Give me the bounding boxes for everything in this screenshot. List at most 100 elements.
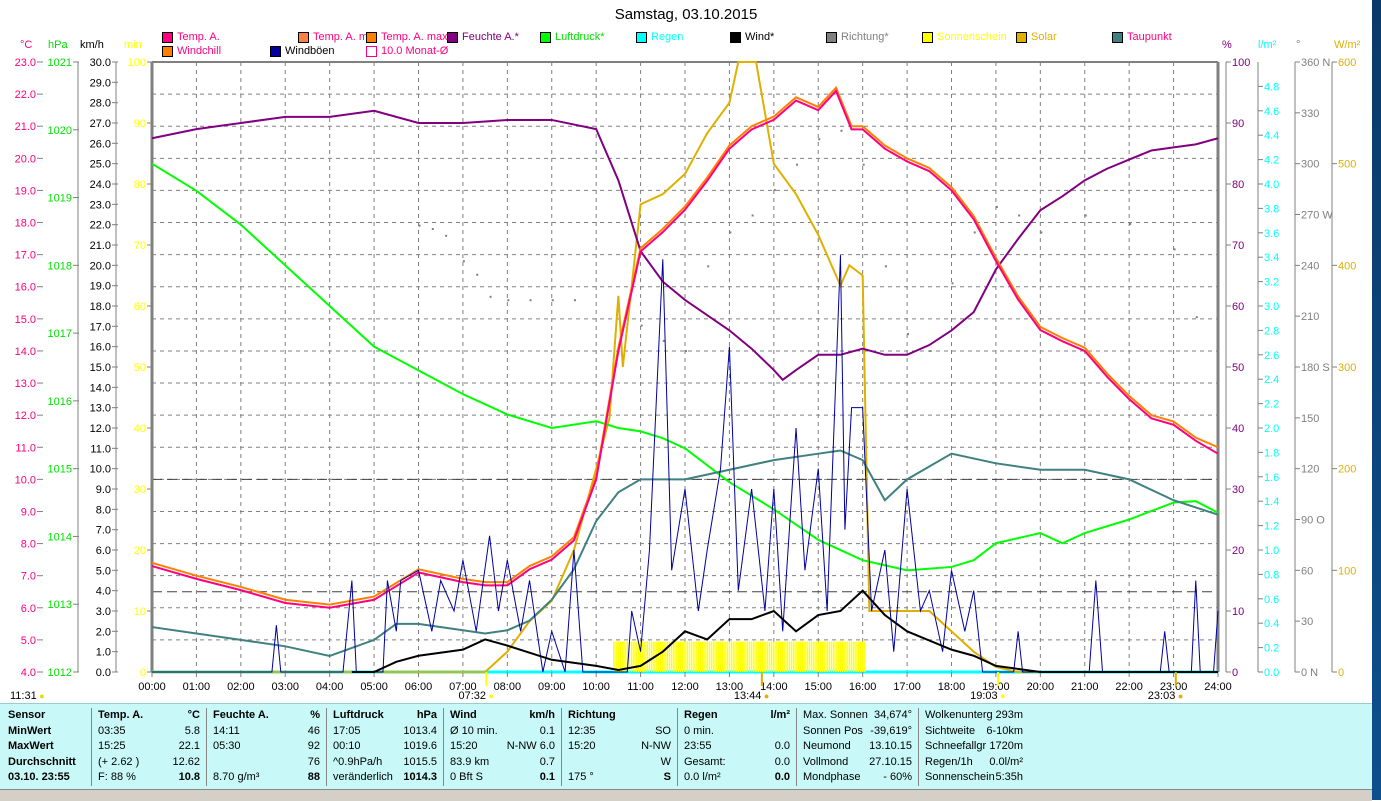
direction-point: [796, 163, 799, 166]
axis-tick-label: 3.4: [1264, 252, 1279, 264]
axis-tick-label: 1.6: [1264, 472, 1279, 484]
stats-cell: Neumond: [803, 740, 851, 752]
axis-tick-label: 12.0: [90, 423, 111, 435]
axis-tick-label: 1.4: [1264, 496, 1279, 508]
axis-tick-label: 50: [1232, 362, 1244, 374]
x-tick-label: 17:00: [893, 681, 921, 693]
stats-row: Vollmond 27.10.15: [803, 755, 912, 771]
direction-point: [1018, 214, 1021, 217]
axis-tick-label: 1.8: [1264, 447, 1279, 459]
stats-row: 0 min.: [684, 724, 790, 740]
axis-tick-label: 19.0: [90, 281, 111, 293]
axis-tick-label: 28.0: [90, 98, 111, 110]
stats-cell: 10.8: [178, 771, 200, 783]
direction-point: [751, 214, 754, 217]
stats-cell: 92: [307, 740, 320, 752]
stats-cell: 8.70 g/m³: [213, 771, 260, 783]
x-tick-label: 22:00: [1115, 681, 1143, 693]
axis-tick-label: 4.0: [21, 667, 36, 679]
stats-cell: Durchschnitt: [8, 755, 76, 768]
stats-cell: 27.10.15: [869, 755, 912, 768]
direction-point: [551, 299, 554, 302]
axis-tick-label: 50: [134, 362, 146, 374]
axis-tick-label: 150: [1301, 413, 1319, 425]
direction-point: [862, 163, 865, 166]
time-marker-label: 11:31: [10, 690, 37, 702]
stats-cell: N-NW 6.0: [506, 740, 555, 752]
axis-tick-label: 15.0: [15, 314, 36, 326]
axis-tick-label: 500: [1338, 159, 1356, 171]
axis-unit-label: °: [1296, 39, 1301, 51]
stats-cell: 00:10: [333, 740, 361, 752]
axis-tick-label: 2.0: [96, 626, 111, 638]
stats-row: 76: [213, 755, 320, 771]
axis-tick-label: 22.0: [90, 220, 111, 232]
sun-moon-icon: ●: [997, 691, 1006, 701]
axis-tick-label: 2.8: [1264, 325, 1279, 337]
axis-tick-label: 17.0: [90, 321, 111, 333]
axis-tick-label: 3.8: [1264, 203, 1279, 215]
x-tick-label: 00:00: [138, 681, 166, 693]
stats-row: Sonnenschein 5:35h: [925, 770, 1023, 786]
axis-tick-label: 23.0: [15, 57, 36, 69]
axis-tick-label: 4.4: [1264, 130, 1279, 142]
axis-tick-label: 18.0: [15, 218, 36, 230]
stats-cell: 0.0 l/m²: [684, 771, 721, 783]
axis-tick-label: 0 N: [1301, 667, 1318, 679]
axis-tick-label: 60: [1301, 565, 1313, 577]
axis-tick-label: 3.0: [96, 606, 111, 618]
stats-cell: 6-10km: [986, 724, 1023, 737]
axis-tick-label: 1.0: [96, 647, 111, 659]
x-tick-label: 06:00: [405, 681, 433, 693]
axis-tick-label: 26.0: [90, 138, 111, 150]
axis-tick-label: 10: [134, 606, 146, 618]
axis-tick-label: 11.0: [15, 442, 36, 454]
axis-tick-label: 19.0: [15, 185, 36, 197]
axis-tick-label: 100: [1338, 565, 1356, 577]
direction-point: [640, 324, 643, 327]
axis-tick-label: 60: [1232, 301, 1244, 313]
axis-tick-label: 2.2: [1264, 399, 1279, 411]
x-tick-label: 16:00: [849, 681, 877, 693]
stats-cell: - 60%: [883, 771, 912, 783]
stats-cell: Regen: [684, 709, 718, 721]
stats-cell: MaxWert: [8, 740, 54, 752]
stats-row: Sensor: [8, 708, 85, 724]
axis-tick-label: 5.0: [96, 565, 111, 577]
axis-tick-label: 15.0: [90, 362, 111, 374]
stats-row: 15:25 22.1: [98, 739, 200, 755]
direction-point: [1084, 214, 1087, 217]
axis-tick-label: 0.6: [1264, 594, 1279, 606]
sun-moon-icon: ●: [1175, 691, 1184, 701]
axis-tick-label: 1.0: [1264, 545, 1279, 557]
axis-tick-label: 6.0: [21, 603, 36, 615]
stats-cell: Sonnen Pos: [803, 724, 863, 737]
direction-point: [507, 299, 510, 302]
axis-tick-label: 70: [134, 240, 146, 252]
stats-cell: 34,674°: [873, 709, 912, 721]
axis-tick-label: 0: [140, 667, 146, 679]
direction-point: [489, 295, 492, 298]
axis-tick-label: 80: [134, 179, 146, 191]
stats-row: 0 Bft S 0.1: [450, 770, 555, 786]
axis-tick-label: 360 N: [1301, 57, 1330, 69]
axis-tick-label: 0.8: [1264, 569, 1279, 581]
stats-row: Luftdruck hPa: [333, 708, 437, 724]
axis-tick-label: 24.0: [90, 179, 111, 191]
stats-cell: 23:55: [684, 740, 712, 752]
stats-cell: Temp. A.: [98, 709, 144, 721]
axis-tick-label: 300: [1301, 159, 1319, 171]
stats-cell: 22.1: [178, 740, 200, 752]
axis-tick-label: 10: [1232, 606, 1244, 618]
direction-point: [462, 260, 465, 263]
axis-tick-label: 0.4: [1264, 618, 1279, 630]
stats-cell: 175 °: [568, 771, 594, 783]
stats-row: Gesamt: 0.0: [684, 755, 790, 771]
stats-cell: 0.0: [774, 771, 790, 783]
stats-cell: °C: [187, 709, 200, 721]
stats-row: Feuchte A.%: [213, 708, 320, 724]
stats-cell: 14:11: [213, 724, 240, 737]
stats-cell: %: [310, 709, 320, 721]
stats-row: Neumond 13.10.15: [803, 739, 912, 755]
axis-tick-label: 1018: [48, 260, 72, 272]
